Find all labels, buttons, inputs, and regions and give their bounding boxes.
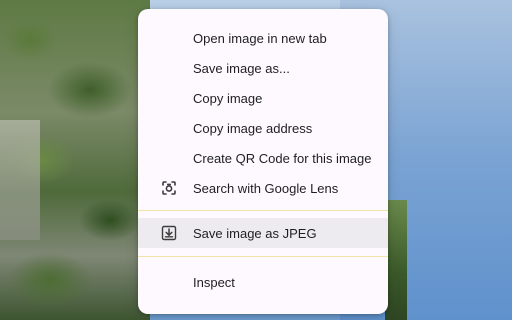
menu-separator: [138, 210, 388, 211]
menu-item-label: Save image as...: [193, 60, 290, 76]
menu-item-search-google-lens[interactable]: Search with Google Lens: [138, 173, 388, 203]
menu-item-label: Copy image: [193, 90, 263, 106]
google-lens-icon: [160, 179, 178, 197]
menu-item-label: Create QR Code for this image: [193, 150, 372, 166]
menu-item-label: Search with Google Lens: [193, 180, 339, 196]
menu-item-copy-image-address[interactable]: Copy image address: [138, 113, 388, 143]
menu-separator: [138, 256, 388, 257]
menu-item-create-qr-code[interactable]: Create QR Code for this image: [138, 143, 388, 173]
menu-item-label: Open image in new tab: [193, 30, 327, 46]
cliff-left: [0, 0, 150, 320]
menu-item-save-image-as[interactable]: Save image as...: [138, 53, 388, 83]
menu-item-label: Copy image address: [193, 120, 313, 136]
menu-item-label: Inspect: [193, 274, 235, 290]
menu-item-open-image-new-tab[interactable]: Open image in new tab: [138, 23, 388, 53]
download-icon: [160, 224, 178, 242]
cliff-right: [385, 200, 407, 320]
menu-item-save-image-as-jpeg[interactable]: Save image as JPEG: [138, 218, 388, 248]
menu-item-inspect[interactable]: Inspect: [138, 267, 388, 297]
context-menu: Open image in new tab Save image as... C…: [138, 9, 388, 314]
menu-item-copy-image[interactable]: Copy image: [138, 83, 388, 113]
menu-item-label: Save image as JPEG: [193, 225, 317, 241]
